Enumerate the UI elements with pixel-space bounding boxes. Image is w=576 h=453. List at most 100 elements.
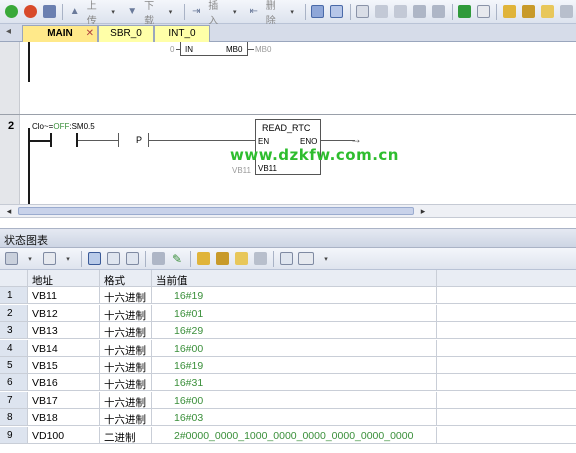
scroll-right-icon[interactable]: ▸ [416, 205, 430, 217]
tab-main[interactable]: MAIN ✕ [22, 25, 98, 42]
upload-button[interactable]: 上传 [85, 1, 103, 27]
address-cell[interactable]: VB11 [28, 287, 100, 305]
current-value-cell: 16#31 [152, 374, 437, 392]
tab-sbr-0[interactable]: SBR_0 [98, 25, 154, 42]
chart-status-toggle-icon[interactable] [85, 250, 103, 268]
format-cell[interactable]: 十六进制 [100, 339, 152, 357]
format-cell[interactable]: 十六进制 [100, 391, 152, 409]
insert-row-dropdown-icon[interactable]: ▾ [59, 250, 77, 268]
format-cell[interactable]: 十六进制 [100, 409, 152, 427]
contact-symbol: Clo~= [32, 122, 54, 131]
format-cell[interactable]: 十六进制 [100, 287, 152, 305]
table-row[interactable]: 7 VB17 十六进制 16#00 [0, 391, 576, 409]
en-pin-label: EN [258, 137, 270, 146]
bookmark-next-icon[interactable] [392, 3, 410, 21]
address-cell[interactable]: VB18 [28, 409, 100, 427]
empty-cell [437, 374, 576, 392]
table-row[interactable]: 3 VB13 十六进制 16#29 [0, 322, 576, 340]
toolbar-divider [81, 250, 82, 267]
lock-all-icon[interactable] [519, 3, 537, 21]
address-cell[interactable]: VB13 [28, 322, 100, 340]
row-number: 5 [0, 357, 28, 374]
current-value-cell: 16#29 [152, 322, 437, 340]
row-number: 1 [0, 287, 28, 305]
format-cell[interactable]: 十六进制 [100, 322, 152, 340]
scroll-left-icon[interactable]: ◂ [2, 205, 16, 217]
scrollbar-thumb[interactable] [18, 207, 414, 215]
table-row[interactable]: 4 VB14 十六进制 16#00 [0, 339, 576, 357]
out-pin-label: MB0 [226, 45, 243, 54]
block-name: READ_RTC [262, 123, 311, 133]
single-read-icon[interactable] [104, 250, 122, 268]
eno-pin-label: ENO [300, 137, 318, 146]
toggle-addressing-icon[interactable] [354, 3, 372, 21]
delete-button[interactable]: 删除 [264, 1, 282, 27]
stop-icon[interactable] [21, 3, 39, 21]
download-icon[interactable]: ▼ [123, 3, 141, 21]
unlock-icon[interactable] [538, 3, 556, 21]
tab-scroll-left-icon[interactable]: ◂ [6, 26, 11, 37]
new-chart-icon[interactable] [2, 250, 20, 268]
read-forced-icon[interactable] [251, 250, 269, 268]
unforce-all-icon[interactable] [232, 250, 250, 268]
upload-dropdown-icon[interactable]: ▾ [104, 3, 122, 21]
force-icon[interactable] [557, 3, 575, 21]
row-number: 3 [0, 322, 28, 340]
format-cell[interactable]: 十六进制 [100, 374, 152, 392]
trend-view-icon[interactable] [123, 250, 141, 268]
chart-status-icon[interactable] [328, 3, 346, 21]
export-icon[interactable] [455, 3, 473, 21]
delete-icon[interactable]: ⇤ [245, 3, 263, 21]
bookmark-toggle-icon[interactable] [411, 3, 429, 21]
download-dropdown-icon[interactable]: ▾ [162, 3, 180, 21]
insert-row-icon[interactable] [40, 250, 58, 268]
contact-state: OFF [53, 122, 70, 131]
bookmark-back-icon[interactable] [373, 3, 391, 21]
options-dropdown-icon[interactable]: ▾ [317, 250, 335, 268]
write-icon[interactable] [149, 250, 167, 268]
delete-dropdown-icon[interactable]: ▾ [283, 3, 301, 21]
contact-left-bar [50, 133, 52, 147]
trend-icon[interactable] [277, 250, 295, 268]
current-value-cell: 16#00 [152, 339, 437, 357]
address-cell[interactable]: VB14 [28, 339, 100, 357]
address-cell[interactable]: VB16 [28, 374, 100, 392]
table-row[interactable]: 9 VD100 二进制 2#0000_0000_1000_0000_0000_0000… [0, 426, 576, 444]
format-cell[interactable]: 二进制 [100, 426, 152, 444]
ladder-editor[interactable]: 0 IN MB0 MB0 2 Clo~=OFF:SM0.5 P READ_RTC… [0, 42, 576, 204]
empty-header-cell [437, 270, 576, 287]
format-cell[interactable]: 十六进制 [100, 357, 152, 374]
toolbar-divider [183, 3, 185, 20]
address-cell[interactable]: VD100 [28, 426, 100, 444]
format-cell[interactable]: 十六进制 [100, 304, 152, 322]
empty-cell [437, 322, 576, 340]
tab-int-0[interactable]: INT_0 [154, 25, 210, 42]
pencil-icon[interactable]: ✎ [168, 250, 186, 268]
address-cell[interactable]: VB17 [28, 391, 100, 409]
horizontal-scrollbar[interactable]: ◂ ▸ [0, 204, 576, 218]
bookmark-clear-icon[interactable] [430, 3, 448, 21]
main-toolbar: ▲ 上传 ▾ ▼ 下载 ▾ ⇥ 插入 ▾ ⇤ 删除 ▾ [0, 0, 576, 27]
table-row[interactable]: 2 VB12 十六进制 16#01 [0, 304, 576, 322]
program-status-icon[interactable] [309, 3, 327, 21]
unforce-icon[interactable] [213, 250, 231, 268]
lock-icon[interactable] [500, 3, 518, 21]
address-cell[interactable]: VB12 [28, 304, 100, 322]
download-button[interactable]: 下载 [142, 1, 160, 27]
upload-icon[interactable]: ▲ [66, 3, 84, 21]
address-cell[interactable]: VB15 [28, 357, 100, 374]
insert-button[interactable]: 插入 [206, 1, 224, 27]
run-icon[interactable] [2, 3, 20, 21]
table-row[interactable]: 6 VB16 十六进制 16#31 [0, 374, 576, 392]
insert-dropdown-icon[interactable]: ▾ [226, 3, 244, 21]
close-icon[interactable]: ✕ [86, 28, 94, 39]
compile-icon[interactable] [40, 3, 58, 21]
table-row[interactable]: 1 VB11 十六进制 16#19 [0, 287, 576, 305]
options-icon[interactable] [296, 250, 316, 268]
force-icon[interactable] [194, 250, 212, 268]
table-row[interactable]: 5 VB15 十六进制 16#19 [0, 357, 576, 374]
comment-icon[interactable] [474, 3, 492, 21]
table-row[interactable]: 8 VB18 十六进制 16#03 [0, 409, 576, 427]
insert-icon[interactable]: ⇥ [187, 3, 205, 21]
new-chart-dropdown-icon[interactable]: ▾ [21, 250, 39, 268]
